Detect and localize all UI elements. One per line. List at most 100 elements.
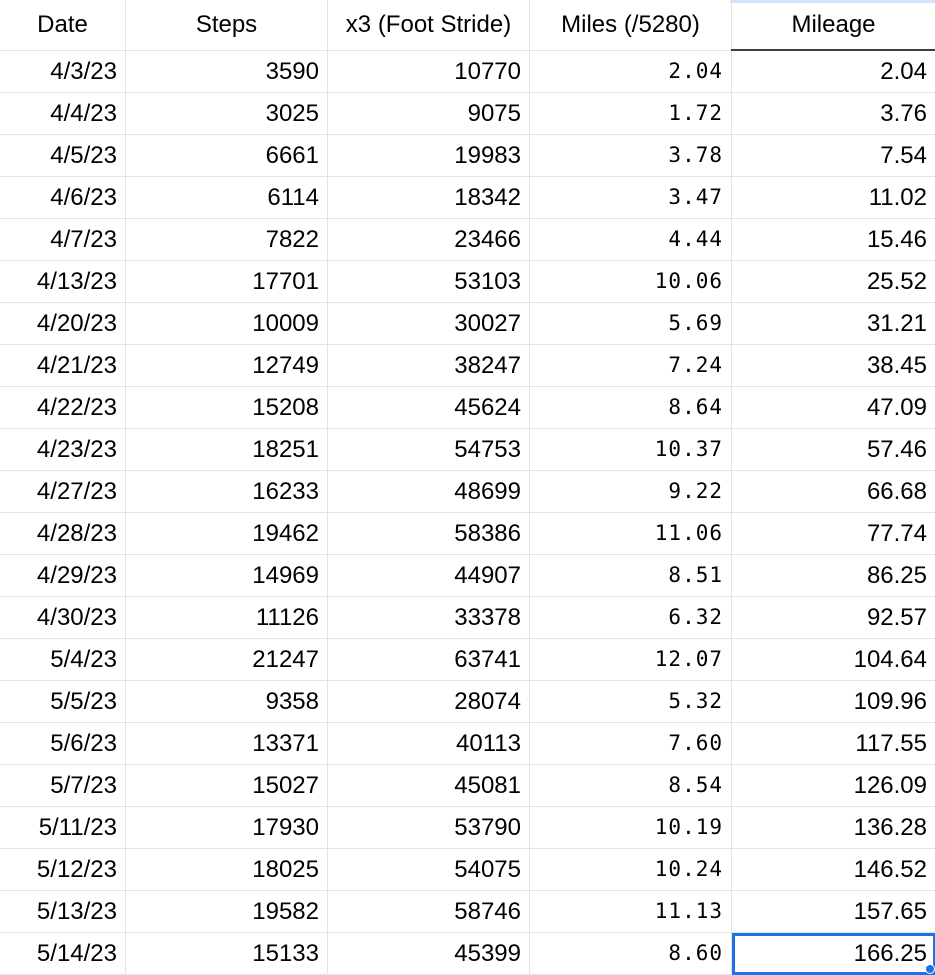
cell-date[interactable]: 5/4/23 <box>0 639 126 681</box>
cell-mileage[interactable]: 146.52 <box>732 849 935 891</box>
cell-mileage[interactable]: 136.28 <box>732 807 935 849</box>
cell-miles[interactable]: 10.06 <box>530 261 732 303</box>
cell-stride[interactable]: 9075 <box>328 93 530 135</box>
cell-mileage[interactable]: 38.45 <box>732 345 935 387</box>
cell-stride[interactable]: 23466 <box>328 219 530 261</box>
cell-miles[interactable]: 10.19 <box>530 807 732 849</box>
cell-miles[interactable]: 10.24 <box>530 849 732 891</box>
cell-steps[interactable]: 11126 <box>126 597 328 639</box>
cell-mileage[interactable]: 11.02 <box>732 177 935 219</box>
cell-steps[interactable]: 9358 <box>126 681 328 723</box>
cell-steps[interactable]: 18251 <box>126 429 328 471</box>
cell-miles[interactable]: 5.69 <box>530 303 732 345</box>
cell-mileage[interactable]: 109.96 <box>732 681 935 723</box>
cell-steps[interactable]: 15208 <box>126 387 328 429</box>
cell-stride[interactable]: 58746 <box>328 891 530 933</box>
cell-date[interactable]: 4/22/23 <box>0 387 126 429</box>
cell-miles[interactable]: 8.51 <box>530 555 732 597</box>
cell-stride[interactable]: 38247 <box>328 345 530 387</box>
cell-date[interactable]: 4/23/23 <box>0 429 126 471</box>
cell-steps[interactable]: 7822 <box>126 219 328 261</box>
selected-cell-mileage[interactable]: 166.25 <box>732 933 935 975</box>
cell-miles[interactable]: 8.64 <box>530 387 732 429</box>
cell-stride[interactable]: 18342 <box>328 177 530 219</box>
cell-stride[interactable]: 10770 <box>328 50 530 93</box>
cell-mileage[interactable]: 57.46 <box>732 429 935 471</box>
cell-mileage[interactable]: 2.04 <box>732 50 935 93</box>
cell-steps[interactable]: 12749 <box>126 345 328 387</box>
cell-stride[interactable]: 58386 <box>328 513 530 555</box>
cell-mileage[interactable]: 25.52 <box>732 261 935 303</box>
cell-steps[interactable]: 19582 <box>126 891 328 933</box>
cell-mileage[interactable]: 7.54 <box>732 135 935 177</box>
cell-miles[interactable]: 3.47 <box>530 177 732 219</box>
cell-miles[interactable]: 10.37 <box>530 429 732 471</box>
cell-miles[interactable]: 7.24 <box>530 345 732 387</box>
cell-steps[interactable]: 14969 <box>126 555 328 597</box>
cell-date[interactable]: 5/13/23 <box>0 891 126 933</box>
cell-steps[interactable]: 17701 <box>126 261 328 303</box>
header-steps[interactable]: Steps <box>126 0 328 50</box>
cell-mileage[interactable]: 15.46 <box>732 219 935 261</box>
cell-date[interactable]: 4/29/23 <box>0 555 126 597</box>
cell-miles[interactable]: 5.32 <box>530 681 732 723</box>
cell-steps[interactable]: 6661 <box>126 135 328 177</box>
cell-miles[interactable]: 4.44 <box>530 219 732 261</box>
cell-stride[interactable]: 48699 <box>328 471 530 513</box>
cell-miles[interactable]: 8.54 <box>530 765 732 807</box>
cell-stride[interactable]: 28074 <box>328 681 530 723</box>
cell-date[interactable]: 4/28/23 <box>0 513 126 555</box>
cell-stride[interactable]: 54753 <box>328 429 530 471</box>
cell-steps[interactable]: 18025 <box>126 849 328 891</box>
header-date[interactable]: Date <box>0 0 126 50</box>
cell-miles[interactable]: 7.60 <box>530 723 732 765</box>
cell-date[interactable]: 4/21/23 <box>0 345 126 387</box>
cell-date[interactable]: 4/30/23 <box>0 597 126 639</box>
cell-miles[interactable]: 2.04 <box>530 50 732 93</box>
cell-steps[interactable]: 21247 <box>126 639 328 681</box>
cell-stride[interactable]: 53790 <box>328 807 530 849</box>
cell-steps[interactable]: 10009 <box>126 303 328 345</box>
cell-mileage[interactable]: 126.09 <box>732 765 935 807</box>
cell-steps[interactable]: 15133 <box>126 933 328 975</box>
cell-date[interactable]: 4/4/23 <box>0 93 126 135</box>
cell-steps[interactable]: 15027 <box>126 765 328 807</box>
cell-mileage[interactable]: 77.74 <box>732 513 935 555</box>
cell-mileage[interactable]: 31.21 <box>732 303 935 345</box>
cell-stride[interactable]: 53103 <box>328 261 530 303</box>
cell-date[interactable]: 4/27/23 <box>0 471 126 513</box>
cell-mileage[interactable]: 104.64 <box>732 639 935 681</box>
cell-stride[interactable]: 30027 <box>328 303 530 345</box>
cell-date[interactable]: 5/14/23 <box>0 933 126 975</box>
cell-miles[interactable]: 9.22 <box>530 471 732 513</box>
cell-steps[interactable]: 6114 <box>126 177 328 219</box>
cell-date[interactable]: 4/5/23 <box>0 135 126 177</box>
cell-date[interactable]: 5/12/23 <box>0 849 126 891</box>
cell-date[interactable]: 4/6/23 <box>0 177 126 219</box>
cell-date[interactable]: 4/3/23 <box>0 50 126 93</box>
cell-mileage[interactable]: 92.57 <box>732 597 935 639</box>
cell-stride[interactable]: 63741 <box>328 639 530 681</box>
cell-stride[interactable]: 19983 <box>328 135 530 177</box>
cell-steps[interactable]: 13371 <box>126 723 328 765</box>
cell-miles[interactable]: 11.13 <box>530 891 732 933</box>
cell-steps[interactable]: 3590 <box>126 50 328 93</box>
cell-stride[interactable]: 45399 <box>328 933 530 975</box>
cell-miles[interactable]: 12.07 <box>530 639 732 681</box>
cell-mileage[interactable]: 66.68 <box>732 471 935 513</box>
cell-date[interactable]: 5/11/23 <box>0 807 126 849</box>
fill-handle[interactable] <box>925 964 935 974</box>
cell-date[interactable]: 4/13/23 <box>0 261 126 303</box>
cell-steps[interactable]: 16233 <box>126 471 328 513</box>
cell-steps[interactable]: 19462 <box>126 513 328 555</box>
header-miles[interactable]: Miles (/5280) <box>530 0 732 50</box>
cell-miles[interactable]: 1.72 <box>530 93 732 135</box>
cell-mileage[interactable]: 117.55 <box>732 723 935 765</box>
cell-miles[interactable]: 8.60 <box>530 933 732 975</box>
cell-steps[interactable]: 17930 <box>126 807 328 849</box>
cell-date[interactable]: 5/5/23 <box>0 681 126 723</box>
cell-stride[interactable]: 44907 <box>328 555 530 597</box>
cell-date[interactable]: 5/7/23 <box>0 765 126 807</box>
cell-stride[interactable]: 45081 <box>328 765 530 807</box>
cell-miles[interactable]: 11.06 <box>530 513 732 555</box>
